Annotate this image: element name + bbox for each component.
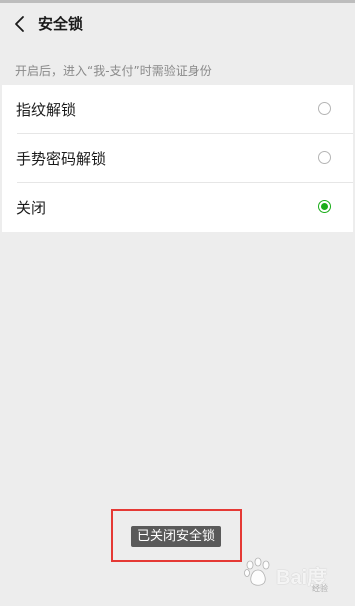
header-bar: 安全锁 — [0, 3, 355, 45]
section-hint: 开启后，进入“我-支付”时需验证身份 — [15, 64, 212, 78]
lock-options-list: 指纹解锁 手势密码解锁 关闭 — [2, 85, 353, 232]
option-label: 手势密码解锁 — [16, 150, 107, 168]
option-fingerprint[interactable]: 指纹解锁 — [2, 85, 353, 134]
baidu-watermark-logo: Bai度 经验 — [240, 553, 350, 593]
toast-message: 已关闭安全锁 — [131, 526, 222, 547]
radio-checked-icon[interactable] — [318, 200, 331, 213]
paw-icon — [244, 557, 270, 586]
radio-unchecked-icon[interactable] — [318, 102, 331, 115]
radio-unchecked-icon[interactable] — [318, 151, 331, 164]
page-title: 安全锁 — [38, 15, 84, 33]
option-gesture-password[interactable]: 手势密码解锁 — [2, 134, 353, 183]
option-label: 关闭 — [16, 199, 47, 217]
watermark-subtext: 经验 — [312, 584, 328, 593]
option-off[interactable]: 关闭 — [2, 183, 353, 232]
back-arrow-icon[interactable] — [8, 11, 32, 37]
option-label: 指纹解锁 — [16, 101, 77, 119]
